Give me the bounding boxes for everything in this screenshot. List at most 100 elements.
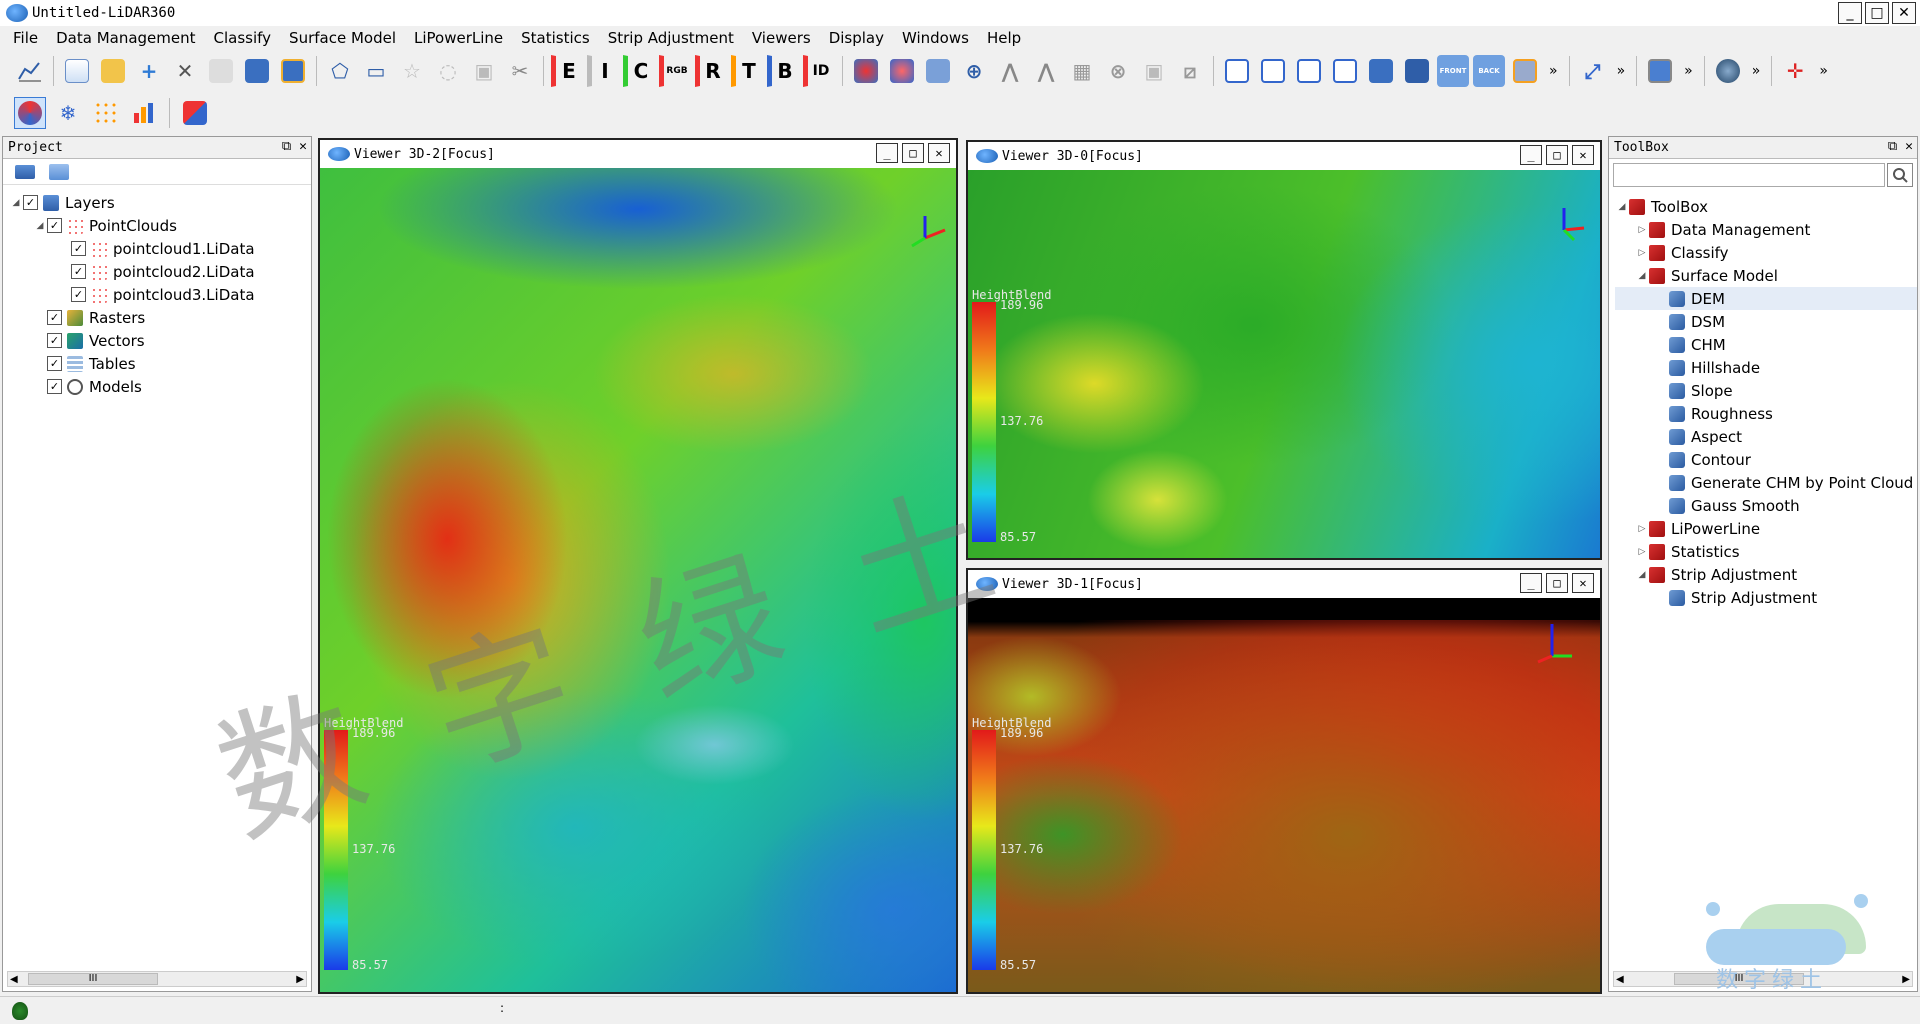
search-icon[interactable]: [1887, 163, 1913, 187]
layers-stack-icon[interactable]: [15, 164, 35, 179]
crosshair-icon[interactable]: ✛: [1779, 55, 1811, 87]
viewer-3d-2[interactable]: Viewer 3D-2[Focus] _ □ ✕ HeightBlend 189.9…: [318, 138, 958, 994]
viewer-close-button[interactable]: ✕: [1572, 573, 1594, 593]
pointcloud-canvas[interactable]: HeightBlend 189.96 137.76 85.57: [968, 598, 1600, 992]
tree-node-pointcloud1[interactable]: ✓ pointcloud1.LiData: [9, 237, 311, 260]
view-left-icon[interactable]: [1329, 55, 1361, 87]
menu-windows[interactable]: Windows: [893, 29, 978, 47]
horizontal-scrollbar[interactable]: ◀ III ▶: [7, 971, 307, 987]
expand-icon[interactable]: ▷: [1635, 225, 1649, 235]
close-icon[interactable]: ✕: [1905, 139, 1913, 154]
line-chart-icon[interactable]: [14, 55, 46, 87]
checkbox-checked[interactable]: ✓: [47, 333, 62, 348]
layers-copy-icon[interactable]: [49, 163, 69, 180]
collapse-icon[interactable]: ◢: [1615, 202, 1629, 212]
tree-node-rasters[interactable]: ✓ Rasters: [9, 306, 311, 329]
checkbox-checked[interactable]: ✓: [23, 195, 38, 210]
tree-node-contour[interactable]: Contour: [1615, 448, 1917, 471]
checkbox-checked[interactable]: ✓: [47, 310, 62, 325]
time-display-icon[interactable]: T: [731, 55, 763, 87]
tree-node-aspect[interactable]: Aspect: [1615, 425, 1917, 448]
viewer-close-button[interactable]: ✕: [928, 143, 950, 163]
rgb-display-icon[interactable]: RGB: [659, 55, 691, 87]
tree-node-classify[interactable]: ▷ Classify: [1615, 241, 1917, 264]
viewer-3d-1[interactable]: Viewer 3D-1[Focus] _ □ ✕ HeightBlend 189.9…: [966, 568, 1602, 994]
tree-node-pointcloud3[interactable]: ✓ pointcloud3.LiData: [9, 283, 311, 306]
scatter-points-icon[interactable]: [90, 97, 122, 129]
minimize-button[interactable]: _: [1838, 2, 1862, 24]
remove-data-icon[interactable]: ✕: [169, 55, 201, 87]
tree-node-strip-adjustment[interactable]: ◢ Strip Adjustment: [1615, 563, 1917, 586]
save-selection-icon[interactable]: ▣: [468, 55, 500, 87]
viewer-minimize-button[interactable]: _: [876, 143, 898, 163]
checkbox-checked[interactable]: ✓: [47, 218, 62, 233]
menu-help[interactable]: Help: [978, 29, 1030, 47]
maximize-button[interactable]: □: [1865, 2, 1889, 24]
view-bottom-icon[interactable]: [1293, 55, 1325, 87]
lock-icon[interactable]: ▣: [1138, 55, 1170, 87]
view-top-icon[interactable]: [1257, 55, 1289, 87]
tree-node-statistics[interactable]: ▷ Statistics: [1615, 540, 1917, 563]
view-iso-icon[interactable]: [1221, 55, 1253, 87]
save-icon[interactable]: [241, 55, 273, 87]
polygon-select-icon[interactable]: ⬠: [324, 55, 356, 87]
menu-statistics[interactable]: Statistics: [512, 29, 599, 47]
collapse-icon[interactable]: ◢: [1635, 271, 1649, 281]
profile-line-icon[interactable]: ⋀: [994, 55, 1026, 87]
tree-node-models[interactable]: ✓ Models: [9, 375, 311, 398]
checkbox-checked[interactable]: ✓: [71, 287, 86, 302]
return-display-icon[interactable]: R: [695, 55, 727, 87]
checkbox-checked[interactable]: ✓: [47, 379, 62, 394]
tree-node-vectors[interactable]: ✓ Vectors: [9, 329, 311, 352]
view-side-icon[interactable]: [1401, 55, 1433, 87]
point-filter-icon[interactable]: [850, 55, 882, 87]
tree-node-slope[interactable]: Slope: [1615, 379, 1917, 402]
close-icon[interactable]: ✕: [299, 139, 307, 154]
viewer-minimize-button[interactable]: _: [1520, 573, 1542, 593]
tree-node-strip-adjustment-tool[interactable]: Strip Adjustment: [1615, 586, 1917, 609]
cut-icon[interactable]: ✂: [504, 55, 536, 87]
render-mode-icon[interactable]: [14, 97, 46, 129]
scroll-left-icon[interactable]: ◀: [1616, 974, 1624, 985]
scroll-left-icon[interactable]: ◀: [10, 974, 18, 985]
new-project-icon[interactable]: [61, 55, 93, 87]
intensity-display-icon[interactable]: I: [587, 55, 619, 87]
monitor-icon[interactable]: [1644, 55, 1676, 87]
checkbox-checked[interactable]: ✓: [47, 356, 62, 371]
menu-display[interactable]: Display: [820, 29, 893, 47]
float-icon[interactable]: ⧉: [282, 139, 291, 154]
tree-node-gauss-smooth[interactable]: Gauss Smooth: [1615, 494, 1917, 517]
globe-icon[interactable]: [1712, 55, 1744, 87]
snowflake-icon[interactable]: ❄: [52, 97, 84, 129]
tree-node-pointcloud2[interactable]: ✓ pointcloud2.LiData: [9, 260, 311, 283]
menu-surface-model[interactable]: Surface Model: [280, 29, 405, 47]
toolbar-overflow-icon[interactable]: »: [1613, 63, 1630, 79]
profile-line2-icon[interactable]: ⋀: [1030, 55, 1062, 87]
scroll-right-icon[interactable]: ▶: [1902, 974, 1910, 985]
checkbox-checked[interactable]: ✓: [71, 241, 86, 256]
menu-lipowerline[interactable]: LiPowerLine: [405, 29, 512, 47]
open-folder-icon[interactable]: [97, 55, 129, 87]
tree-node-roughness[interactable]: Roughness: [1615, 402, 1917, 425]
tree-node-lipowerline[interactable]: ▷ LiPowerLine: [1615, 517, 1917, 540]
scroll-right-icon[interactable]: ▶: [296, 974, 304, 985]
tree-node-hillshade[interactable]: Hillshade: [1615, 356, 1917, 379]
elevation-display-icon[interactable]: E: [551, 55, 583, 87]
viewer-maximize-button[interactable]: □: [1546, 145, 1568, 165]
collapse-icon[interactable]: ◢: [1635, 570, 1649, 580]
pointcloud-canvas[interactable]: HeightBlend 189.96 137.76 85.57: [320, 168, 956, 992]
tree-node-surface-model[interactable]: ◢ Surface Model: [1615, 264, 1917, 287]
ground-filter-icon[interactable]: [886, 55, 918, 87]
toolbar-overflow-icon[interactable]: »: [1680, 63, 1697, 79]
export-icon[interactable]: [205, 55, 237, 87]
menu-data-management[interactable]: Data Management: [47, 29, 204, 47]
tree-node-layers[interactable]: ◢ ✓ Layers: [9, 191, 311, 214]
add-data-icon[interactable]: +: [133, 55, 165, 87]
classification-display-icon[interactable]: C: [623, 55, 655, 87]
viewer-maximize-button[interactable]: □: [1546, 573, 1568, 593]
measure-icon[interactable]: ⊕: [958, 55, 990, 87]
screenshot-icon[interactable]: [1509, 55, 1541, 87]
star-select-icon[interactable]: ☆: [396, 55, 428, 87]
pointcloud-canvas[interactable]: HeightBlend 189.96 137.76 85.57: [968, 170, 1600, 558]
menu-viewers[interactable]: Viewers: [743, 29, 820, 47]
